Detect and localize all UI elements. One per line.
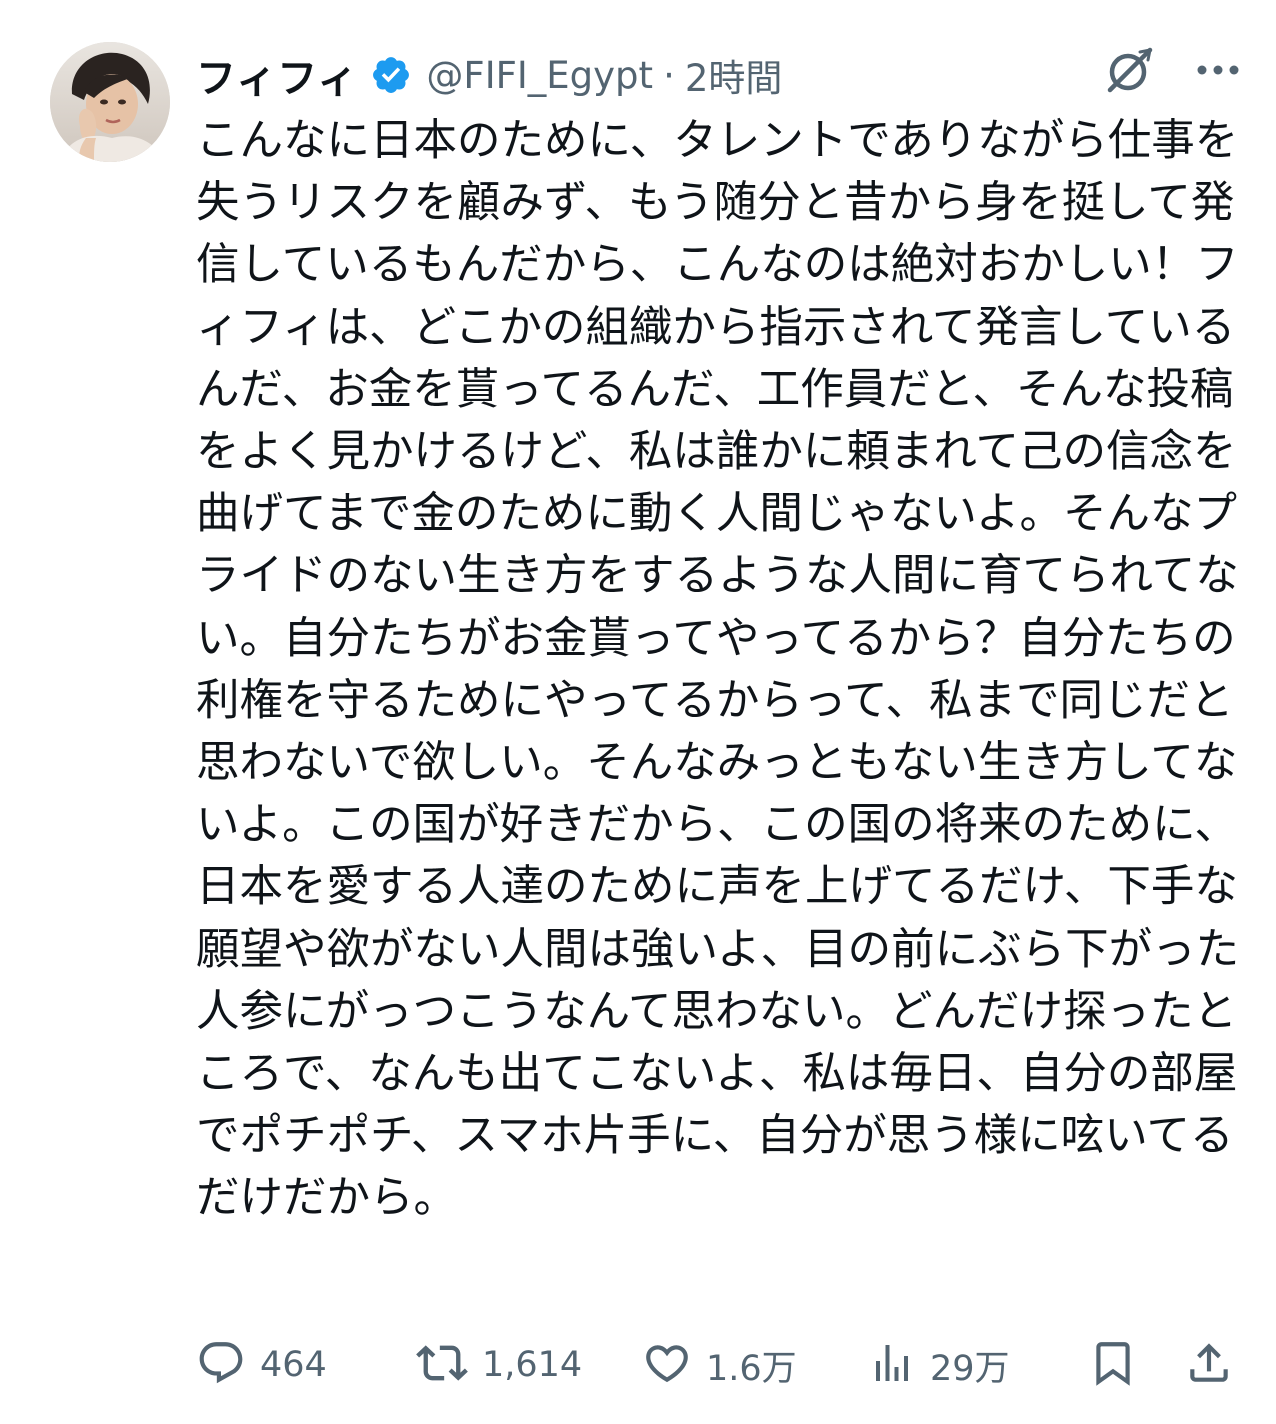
reply-icon bbox=[196, 1338, 246, 1392]
display-name[interactable]: フィフィ bbox=[196, 46, 358, 104]
views-count: 29万 bbox=[930, 1348, 1010, 1389]
reply-count: 464 bbox=[260, 1345, 327, 1385]
handle[interactable]: @FIFI_Egypt bbox=[426, 54, 653, 97]
bookmark-button[interactable] bbox=[1088, 1332, 1138, 1398]
grok-icon[interactable] bbox=[1102, 42, 1158, 98]
verified-badge-icon bbox=[370, 54, 412, 96]
views-icon bbox=[868, 1339, 916, 1391]
retweet-button[interactable]: 1,614 bbox=[416, 1332, 582, 1398]
tweet-header: フィフィ @FIFI_Egypt · 2時間 bbox=[196, 44, 782, 106]
tweet-text: こんなに日本のために、タレントでありながら仕事を失うリスクを顧みず、もう随分と昔… bbox=[196, 116, 1240, 1224]
avatar[interactable] bbox=[50, 42, 170, 162]
retweet-count: 1,614 bbox=[482, 1345, 583, 1385]
avatar-photo bbox=[50, 42, 170, 162]
bookmark-icon bbox=[1088, 1336, 1138, 1394]
share-button[interactable] bbox=[1184, 1332, 1234, 1398]
tweet: フィフィ @FIFI_Egypt · 2時間 こんなに日本のために、タレントであ… bbox=[0, 0, 1276, 1424]
retweet-icon bbox=[416, 1337, 468, 1393]
action-bar: 464 1,614 1.6万 29万 bbox=[196, 1332, 1236, 1398]
share-icon bbox=[1184, 1336, 1234, 1394]
views-button[interactable]: 29万 bbox=[868, 1332, 1010, 1398]
like-count: 1.6万 bbox=[706, 1348, 797, 1389]
separator-dot: · bbox=[663, 53, 675, 97]
like-button[interactable]: 1.6万 bbox=[642, 1332, 797, 1398]
more-icon[interactable] bbox=[1196, 64, 1240, 76]
top-actions bbox=[1102, 42, 1240, 98]
timestamp[interactable]: 2時間 bbox=[685, 48, 783, 102]
reply-button[interactable]: 464 bbox=[196, 1332, 327, 1398]
heart-icon bbox=[642, 1338, 692, 1392]
